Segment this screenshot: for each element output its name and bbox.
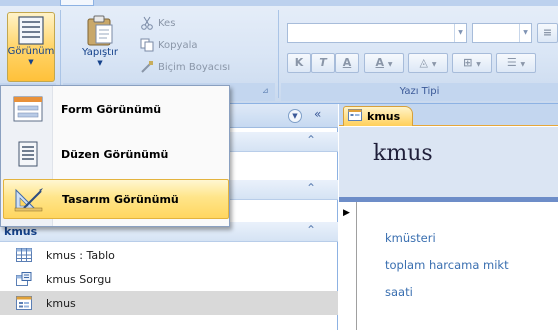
chevron-down-icon: ▼ xyxy=(431,61,437,68)
copy-label: Kopyala xyxy=(158,39,198,51)
chevron-up-icon: ⌃ xyxy=(306,133,317,147)
line-style-button[interactable]: ☰ ▼ xyxy=(496,53,536,73)
copy-icon xyxy=(140,38,154,52)
scissors-icon xyxy=(140,16,154,30)
document-tab-bar: kmus xyxy=(339,104,558,126)
menu-item-layout-view[interactable]: Düzen Görünümü xyxy=(3,134,229,174)
font-size-combo[interactable]: ▼ xyxy=(472,23,532,43)
menu-item-label: Form Görünümü xyxy=(61,102,162,116)
document-tab-kmus[interactable]: kmus xyxy=(343,106,413,126)
gridlines-button[interactable]: ⊞ ▼ xyxy=(452,53,492,73)
document-area: kmus kmus ▶ kmüsteri toplam harcama mikt… xyxy=(339,104,558,330)
field-label: kmüsteri xyxy=(385,231,436,245)
shutter-bar-collapse-icon[interactable]: « xyxy=(314,107,321,121)
cut-label: Kes xyxy=(158,17,176,29)
paste-button[interactable]: Yapıştır ▼ xyxy=(70,12,130,82)
bold-button[interactable]: K xyxy=(287,53,311,73)
align-button[interactable]: ≡ xyxy=(537,23,558,43)
current-record-arrow-icon: ▶ xyxy=(343,208,350,218)
chevron-down-icon: ▼ xyxy=(97,59,103,67)
design-view-icon xyxy=(14,186,44,212)
chevron-up-icon: ⌃ xyxy=(306,223,317,237)
paste-button-label: Yapıştır xyxy=(81,47,118,58)
cut-button[interactable]: Kes xyxy=(140,16,175,30)
format-painter-label: Biçim Boyacısı xyxy=(158,61,231,73)
menu-item-design-view[interactable]: Tasarım Görünümü xyxy=(3,179,229,219)
form-icon xyxy=(16,296,32,310)
format-painter-button[interactable]: Biçim Boyacısı xyxy=(140,60,230,74)
form-header-section: kmus xyxy=(339,127,558,197)
fill-color-button[interactable]: ◬ ▼ xyxy=(408,53,448,73)
underline-label: A xyxy=(342,56,352,69)
nav-menu-dropdown-icon[interactable]: ▼ xyxy=(288,109,302,123)
layout-view-icon xyxy=(13,141,43,167)
paint-bucket-icon: ◬ xyxy=(419,56,428,69)
font-color-button[interactable]: A ▼ xyxy=(364,53,404,73)
form-view-icon xyxy=(13,96,43,122)
nav-item-label: kmus Sorgu xyxy=(46,272,112,286)
italic-button[interactable]: T xyxy=(311,53,335,73)
align-left-icon: ≡ xyxy=(542,26,553,39)
query-icon xyxy=(16,272,32,286)
copy-button[interactable]: Kopyala xyxy=(140,38,197,52)
chevron-down-icon: ▼ xyxy=(476,61,481,68)
italic-label: T xyxy=(319,56,327,69)
menu-item-label: Düzen Görünümü xyxy=(61,147,169,161)
nav-item-form[interactable]: kmus xyxy=(0,291,338,315)
field-label: toplam harcama mikt xyxy=(385,258,509,272)
bold-label: K xyxy=(294,56,304,69)
nav-item-query[interactable]: kmus Sorgu xyxy=(0,267,338,291)
font-color-icon: A xyxy=(375,56,385,69)
form-title: kmus xyxy=(373,141,433,166)
chevron-down-icon: ▼ xyxy=(520,61,526,68)
ribbon-tab-strip xyxy=(0,0,558,6)
nav-item-label: kmus xyxy=(46,296,76,310)
view-dropdown-menu: Form Görünümü Düzen Görünümü Tasarım Gör… xyxy=(0,85,230,227)
form-icon xyxy=(348,109,362,124)
form-header-divider xyxy=(339,197,558,202)
chevron-down-icon: ▼ xyxy=(454,24,466,42)
chevron-down-icon: ▼ xyxy=(28,58,34,66)
menu-item-label: Tasarım Görünümü xyxy=(62,192,179,206)
chevron-down-icon: ▼ xyxy=(387,61,393,68)
chevron-up-icon: ⌃ xyxy=(306,181,317,195)
clipboard-icon xyxy=(87,15,113,46)
document-tab-label: kmus xyxy=(367,110,401,123)
view-button-label: Görünüm xyxy=(7,46,55,57)
nav-item-table[interactable]: kmus : Tablo xyxy=(0,243,338,267)
record-selector[interactable]: ▶ xyxy=(339,202,357,330)
dialog-launcher-icon[interactable]: ⊿ xyxy=(262,86,269,95)
view-icon xyxy=(18,16,44,45)
font-group-label: Yazı Tipi xyxy=(399,86,440,97)
field-label: saati xyxy=(385,285,413,299)
group-separator xyxy=(278,10,279,98)
underline-button[interactable]: A xyxy=(335,53,359,73)
table-icon xyxy=(16,248,32,262)
paintbrush-icon xyxy=(140,60,154,74)
font-name-combo[interactable]: ▼ xyxy=(287,23,467,43)
menu-item-form-view[interactable]: Form Görünümü xyxy=(3,89,229,129)
chevron-down-icon: ▼ xyxy=(519,24,531,42)
nav-item-label: kmus : Tablo xyxy=(46,248,115,262)
line-style-icon: ☰ xyxy=(506,56,517,69)
grid-icon: ⊞ xyxy=(463,56,473,69)
ribbon-tab-home[interactable] xyxy=(60,0,94,6)
view-button[interactable]: Görünüm ▼ xyxy=(7,12,55,82)
